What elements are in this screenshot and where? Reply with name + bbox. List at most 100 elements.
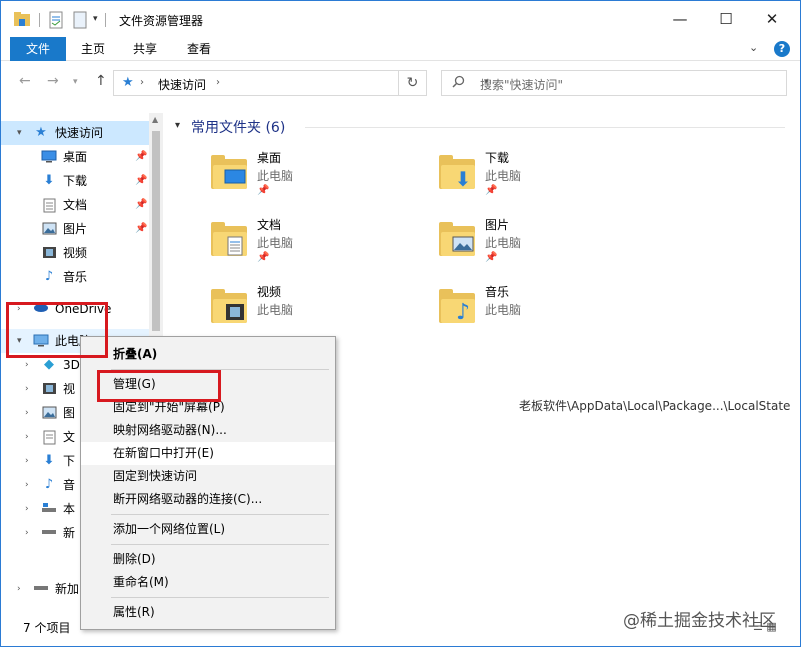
pin-icon: 📌 bbox=[485, 185, 498, 196]
address-bar[interactable]: ★ › 快速访问 › ▾ bbox=[113, 70, 489, 96]
recent-file-path[interactable]: 老板软件\AppData\Local\Package...\LocalState bbox=[519, 397, 790, 414]
desktop-icon bbox=[41, 150, 57, 164]
properties-icon[interactable] bbox=[49, 11, 63, 29]
folder-name: 视频 bbox=[257, 285, 282, 299]
sidebar-item-label: 图 bbox=[63, 406, 76, 420]
folder-icon bbox=[211, 289, 247, 323]
document-icon bbox=[223, 236, 247, 256]
toolbar-divider bbox=[105, 13, 106, 27]
pin-icon: 📌 bbox=[485, 252, 498, 263]
folder-location: 此电脑 bbox=[485, 236, 522, 250]
maximize-button[interactable]: ☐ bbox=[703, 1, 749, 37]
customize-toolbar-chevron-icon[interactable]: ▾ bbox=[93, 14, 98, 32]
tab-share[interactable]: 共享 bbox=[119, 37, 171, 61]
quick-access-star-icon: ★ bbox=[122, 75, 134, 90]
watermark-text: @稀土掘金技术社区 bbox=[623, 611, 776, 631]
menu-item-open-in-new-window[interactable]: 在新窗口中打开(E) bbox=[81, 442, 335, 465]
expand-chevron-icon[interactable]: › bbox=[17, 577, 21, 601]
sidebar-item-label: 下 bbox=[63, 454, 76, 468]
pin-icon: 📌 bbox=[257, 185, 270, 196]
folder-tile-pictures[interactable]: 图片 此电脑 📌 bbox=[439, 216, 659, 278]
picture-icon bbox=[451, 236, 475, 256]
sidebar-item-label: 音乐 bbox=[63, 270, 88, 284]
group-collapse-chevron-icon[interactable]: ▾ bbox=[175, 120, 180, 131]
expand-chevron-icon[interactable]: › bbox=[25, 473, 29, 497]
group-header-frequent-folders[interactable]: 常用文件夹 (6) bbox=[191, 117, 285, 137]
close-button[interactable]: ✕ bbox=[749, 1, 795, 37]
tab-home[interactable]: 主页 bbox=[67, 37, 119, 61]
recent-locations-chevron-icon[interactable]: ▾ bbox=[73, 77, 78, 87]
refresh-button[interactable]: ↻ bbox=[399, 70, 427, 96]
new-folder-icon[interactable] bbox=[73, 11, 87, 29]
music-note-icon: ♪ bbox=[455, 300, 471, 325]
download-arrow-icon: ⬇ bbox=[43, 453, 55, 468]
folder-tile-desktop[interactable]: 桌面 此电脑 📌 bbox=[211, 149, 431, 211]
search-icon bbox=[452, 75, 465, 92]
sidebar-item-label: 下载 bbox=[63, 174, 88, 188]
folder-name: 图片 bbox=[485, 218, 510, 232]
menu-item-map-network-drive[interactable]: 映射网络驱动器(N)... bbox=[81, 419, 335, 442]
drive-icon bbox=[33, 582, 49, 596]
expand-chevron-icon[interactable]: › bbox=[25, 401, 29, 425]
expand-chevron-icon[interactable]: › bbox=[25, 377, 29, 401]
sidebar-item-quick-access[interactable]: ▾ ★ 快速访问 bbox=[1, 121, 149, 145]
sidebar-item-downloads[interactable]: ⬇ 下载 📌 bbox=[1, 169, 149, 193]
highlight-box-this-pc bbox=[6, 302, 108, 358]
pin-icon[interactable]: 📌 bbox=[135, 217, 147, 241]
expand-chevron-icon[interactable]: › bbox=[25, 521, 29, 545]
drive-icon bbox=[41, 526, 57, 540]
item-count: 7 个项目 bbox=[23, 621, 71, 635]
music-note-icon: ♪ bbox=[44, 477, 54, 492]
forward-arrow-icon[interactable]: → bbox=[47, 73, 59, 89]
sidebar-item-documents[interactable]: 文档 📌 bbox=[1, 193, 149, 217]
sidebar-item-videos[interactable]: 视频 bbox=[1, 241, 149, 265]
folder-tile-downloads[interactable]: ⬇ 下载 此电脑 📌 bbox=[439, 149, 659, 211]
breadcrumb-quick-access[interactable]: 快速访问 bbox=[158, 76, 206, 93]
back-arrow-icon[interactable]: ← bbox=[19, 73, 31, 89]
pin-icon[interactable]: 📌 bbox=[135, 169, 147, 193]
menu-separator bbox=[111, 544, 329, 545]
pin-icon[interactable]: 📌 bbox=[135, 193, 147, 217]
folder-name: 下载 bbox=[485, 151, 510, 165]
sidebar-item-music[interactable]: ♪ 音乐 bbox=[1, 265, 149, 289]
folder-tile-documents[interactable]: 文档 此电脑 📌 bbox=[211, 216, 431, 278]
menu-item-delete[interactable]: 删除(D) bbox=[81, 548, 335, 571]
sidebar-item-pictures[interactable]: 图片 📌 bbox=[1, 217, 149, 241]
expand-chevron-icon[interactable]: › bbox=[25, 449, 29, 473]
menu-item-properties[interactable]: 属性(R) bbox=[81, 601, 335, 624]
scroll-up-arrow-icon[interactable]: ▲ bbox=[152, 115, 158, 124]
menu-item-disconnect-network-drive[interactable]: 断开网络驱动器的连接(C)... bbox=[81, 488, 335, 511]
minimize-button[interactable]: — bbox=[657, 1, 703, 37]
folder-icon bbox=[211, 222, 247, 256]
film-icon bbox=[41, 382, 57, 396]
folder-location: 此电脑 bbox=[485, 303, 522, 317]
menu-item-collapse[interactable]: 折叠(A) bbox=[81, 343, 335, 366]
sidebar-item-desktop[interactable]: 桌面 📌 bbox=[1, 145, 149, 169]
search-input[interactable]: 搜索"快速访问" bbox=[480, 76, 563, 93]
sidebar-item-label: 图片 bbox=[63, 222, 88, 236]
sidebar-item-label: 视频 bbox=[63, 246, 88, 260]
download-arrow-icon: ⬇ bbox=[43, 173, 55, 188]
up-arrow-icon[interactable]: ↑ bbox=[95, 73, 107, 89]
help-icon[interactable]: ? bbox=[774, 41, 790, 57]
expand-ribbon-chevron-icon[interactable]: ⌄ bbox=[749, 41, 758, 54]
tab-file[interactable]: 文件 bbox=[10, 37, 66, 61]
film-icon bbox=[223, 303, 247, 323]
pin-icon[interactable]: 📌 bbox=[135, 145, 147, 169]
menu-item-pin-to-quick-access[interactable]: 固定到快速访问 bbox=[81, 465, 335, 488]
menu-separator bbox=[111, 514, 329, 515]
expand-chevron-icon[interactable]: › bbox=[25, 425, 29, 449]
breadcrumb-separator[interactable]: › bbox=[216, 77, 220, 88]
folder-app-icon bbox=[13, 11, 31, 29]
tab-view[interactable]: 查看 bbox=[171, 37, 227, 61]
collapse-chevron-icon[interactable]: ▾ bbox=[17, 121, 22, 145]
desktop-icon bbox=[223, 169, 247, 189]
folder-tile-music[interactable]: ♪ 音乐 此电脑 bbox=[439, 283, 659, 345]
search-box[interactable]: 搜索"快速访问" bbox=[441, 70, 787, 96]
sidebar-scrollbar-thumb[interactable] bbox=[152, 131, 160, 331]
folder-name: 文档 bbox=[257, 218, 282, 232]
expand-chevron-icon[interactable]: › bbox=[25, 497, 29, 521]
breadcrumb-separator[interactable]: › bbox=[140, 77, 144, 88]
menu-item-add-network-location[interactable]: 添加一个网络位置(L) bbox=[81, 518, 335, 541]
menu-item-rename[interactable]: 重命名(M) bbox=[81, 571, 335, 594]
